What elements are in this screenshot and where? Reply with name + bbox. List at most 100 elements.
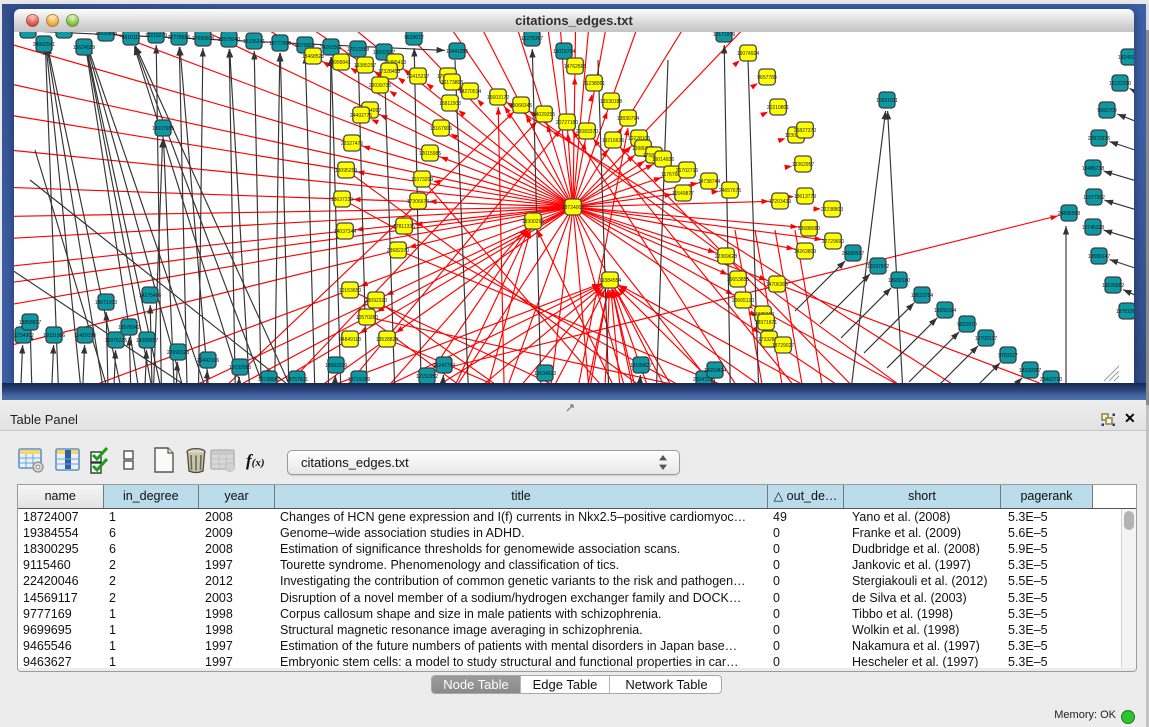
svg-text:23092320: 23092320 — [365, 298, 387, 304]
svg-text:16173808: 16173808 — [441, 80, 463, 86]
svg-text:18339287: 18339287 — [1019, 368, 1041, 374]
svg-text:13037655: 13037655 — [152, 126, 174, 132]
svg-text:24262301: 24262301 — [320, 45, 342, 51]
svg-text:10037872: 10037872 — [867, 264, 889, 270]
svg-text:11077052: 11077052 — [1083, 195, 1105, 201]
svg-text:16530188: 16530188 — [600, 99, 622, 105]
svg-text:15066345: 15066345 — [510, 103, 532, 109]
svg-text:13858837: 13858837 — [19, 320, 41, 326]
svg-text:18189627: 18189627 — [630, 363, 652, 369]
svg-text:18362957: 18362957 — [792, 162, 814, 168]
svg-text:16653855: 16653855 — [727, 277, 749, 283]
svg-text:15655194: 15655194 — [934, 308, 956, 314]
svg-text:18729027: 18729027 — [772, 343, 794, 349]
svg-text:24895568: 24895568 — [1058, 211, 1080, 217]
svg-text:16122250: 16122250 — [1109, 81, 1131, 87]
svg-text:18578342: 18578342 — [118, 325, 140, 331]
svg-text:16275367: 16275367 — [521, 36, 543, 42]
svg-text:11549877: 11549877 — [672, 191, 694, 197]
svg-text:10728987: 10728987 — [258, 377, 280, 383]
svg-text:18583219: 18583219 — [325, 363, 347, 369]
svg-text:9657788: 9657788 — [757, 75, 777, 81]
svg-text:17513358: 17513358 — [347, 47, 369, 53]
svg-text:17328453: 17328453 — [378, 69, 400, 75]
svg-text:18637230: 18637230 — [331, 197, 353, 203]
svg-text:9991709: 9991709 — [1097, 108, 1117, 114]
svg-text:16015764: 16015764 — [553, 49, 575, 55]
svg-text:14175466: 14175466 — [139, 293, 161, 299]
svg-text:19216636: 19216636 — [602, 138, 624, 144]
svg-text:9810111: 9810111 — [122, 35, 141, 41]
svg-text:10171979: 10171979 — [713, 32, 735, 38]
svg-text:18300295: 18300295 — [522, 219, 544, 225]
svg-text:21702716: 21702716 — [676, 168, 698, 174]
svg-text:23402710: 23402710 — [1040, 377, 1062, 383]
svg-text:14037344: 14037344 — [334, 229, 356, 235]
svg-text:22083370: 22083370 — [576, 129, 598, 135]
svg-text:16031986: 16031986 — [43, 333, 65, 339]
svg-text:10976225: 10976225 — [105, 338, 127, 344]
svg-text:22327476: 22327476 — [341, 141, 363, 147]
svg-text:19526582: 19526582 — [1102, 283, 1124, 289]
svg-text:21827370: 21827370 — [794, 128, 816, 134]
svg-text:20442106: 20442106 — [197, 358, 219, 364]
svg-text:16603172: 16603172 — [487, 95, 509, 101]
svg-text:13167906: 13167906 — [430, 126, 452, 132]
svg-text:16074924: 16074924 — [737, 51, 759, 57]
svg-text:12709137: 12709137 — [975, 336, 997, 342]
svg-text:19384554: 19384554 — [599, 278, 621, 284]
svg-text:10153650: 10153650 — [339, 288, 361, 294]
svg-text:14706306: 14706306 — [766, 282, 788, 288]
svg-text:10570280: 10570280 — [356, 315, 378, 321]
svg-text:22872276: 22872276 — [1088, 136, 1110, 142]
svg-text:18823754: 18823754 — [911, 293, 933, 299]
svg-text:18781064: 18781064 — [1116, 309, 1134, 315]
svg-text:13528829: 13528829 — [376, 337, 398, 343]
svg-text:9831970: 9831970 — [957, 322, 977, 328]
svg-text:18399557: 18399557 — [136, 338, 158, 344]
svg-text:12745328: 12745328 — [1082, 225, 1104, 231]
svg-text:12015985: 12015985 — [419, 151, 441, 157]
svg-text:10634613: 10634613 — [534, 371, 556, 377]
svg-text:20210801: 20210801 — [767, 105, 789, 111]
svg-text:10373299: 10373299 — [411, 177, 433, 183]
svg-text:19580147: 19580147 — [1088, 254, 1110, 260]
svg-text:23688080: 23688080 — [798, 226, 820, 232]
svg-text:14263809: 14263809 — [794, 249, 816, 255]
svg-text:23682370: 23682370 — [387, 248, 409, 254]
svg-text:15247794: 15247794 — [433, 363, 455, 369]
svg-text:11420198: 11420198 — [74, 333, 96, 339]
svg-text:15135241: 15135241 — [243, 39, 265, 45]
svg-text:18777560: 18777560 — [269, 41, 291, 47]
svg-text:20665120: 20665120 — [732, 298, 754, 304]
svg-text:24657675: 24657675 — [719, 188, 741, 194]
svg-text:12032085: 12032085 — [229, 365, 251, 371]
svg-text:13095259: 13095259 — [335, 168, 357, 174]
svg-text:15624039: 15624039 — [73, 45, 95, 51]
svg-text:17811335: 17811335 — [393, 224, 415, 230]
svg-text:18245038: 18245038 — [1118, 55, 1134, 61]
svg-text:18682180: 18682180 — [888, 278, 910, 284]
svg-text:18971871: 18971871 — [755, 320, 777, 326]
svg-text:19920868: 19920868 — [95, 32, 117, 37]
svg-text:22039735: 22039735 — [369, 83, 391, 89]
svg-text:19719189: 19719189 — [348, 377, 370, 383]
svg-text:22238803: 22238803 — [821, 207, 843, 213]
svg-text:24899917: 24899917 — [842, 251, 864, 257]
svg-text:22369628: 22369628 — [715, 254, 737, 260]
svg-text:10579240: 10579240 — [218, 37, 240, 43]
svg-text:10215279: 10215279 — [145, 33, 167, 39]
svg-text:21238061: 21238061 — [583, 81, 605, 87]
svg-text:18486738: 18486738 — [1082, 166, 1104, 172]
svg-text:17990608: 17990608 — [192, 36, 214, 42]
svg-text:18071203: 18071203 — [95, 300, 117, 306]
svg-text:11234302: 11234302 — [14, 333, 34, 339]
svg-text:9999941: 9999941 — [331, 60, 351, 66]
svg-text:22778696: 22778696 — [168, 35, 190, 41]
svg-text:20415217: 20415217 — [407, 74, 429, 80]
svg-text:13830794: 13830794 — [617, 116, 639, 122]
svg-text:16811503: 16811503 — [439, 101, 461, 107]
svg-text:24492775: 24492775 — [350, 113, 372, 119]
svg-text:24849118: 24849118 — [339, 337, 361, 343]
svg-text:14762565: 14762565 — [564, 64, 586, 70]
